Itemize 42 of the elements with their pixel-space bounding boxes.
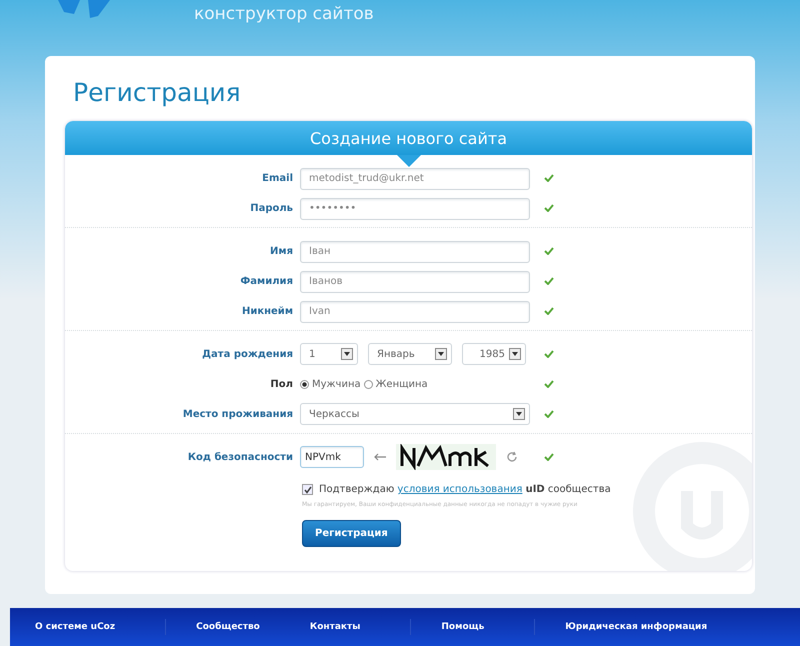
dropdown[interactable]: Январь	[368, 343, 452, 365]
radio-label: Мужчина	[312, 378, 361, 390]
page-title: Регистрация	[73, 78, 242, 107]
form-title: Создание нового сайта	[310, 128, 507, 148]
dropdown[interactable]: 1985	[462, 343, 526, 365]
field-label: Дата рождения	[201, 348, 293, 360]
input-field[interactable]: NPVmk	[300, 446, 364, 468]
dropdown[interactable]: 1	[300, 343, 358, 365]
caret-icon	[509, 348, 521, 360]
refresh-icon[interactable]	[506, 451, 518, 463]
footer-link[interactable]: Сообщество	[196, 622, 260, 632]
field-label: Код безопасности	[186, 452, 293, 462]
footer-link[interactable]: Помощь	[441, 622, 484, 632]
checkbox[interactable]	[302, 484, 313, 495]
input-field[interactable]: Іван	[300, 240, 530, 263]
field-label: Фамилия	[239, 276, 293, 286]
pointer-icon	[397, 155, 421, 167]
dropdown[interactable]: Черкассы	[300, 403, 530, 425]
register-button[interactable]: Регистрация	[302, 520, 401, 547]
field-label: Никнейм	[240, 306, 293, 316]
field-label: Пол	[269, 378, 293, 390]
site-tagline: конструктор сайтов	[194, 4, 374, 24]
terms-link[interactable]: условия использования	[397, 484, 522, 495]
arrow-left-icon	[374, 453, 386, 461]
footer-link[interactable]: О системе uCoz	[35, 622, 116, 632]
radio-button[interactable]	[364, 380, 373, 388]
input-field[interactable]: Ivan	[300, 300, 530, 323]
input-field[interactable]: metodist_trud@ukr.net	[300, 168, 530, 190]
field-label: Пароль	[249, 202, 293, 214]
agreement-text: Подтверждаю условия использования uID сообщества	[319, 484, 611, 495]
radio-button[interactable]	[300, 380, 309, 388]
radio-label: Женщина	[376, 378, 428, 390]
input-field[interactable]: Іванов	[300, 270, 530, 293]
field-label: Email	[261, 172, 293, 184]
field-label: Место проживания	[182, 408, 293, 420]
input-field[interactable]: ••••••••	[300, 198, 530, 220]
caret-icon	[513, 408, 525, 420]
footer-link[interactable]: Юридическая информация	[565, 622, 708, 632]
footer-link[interactable]: Контакты	[310, 622, 360, 632]
caret-icon	[341, 348, 353, 360]
caret-icon	[435, 348, 447, 360]
field-label: Имя	[269, 246, 293, 256]
